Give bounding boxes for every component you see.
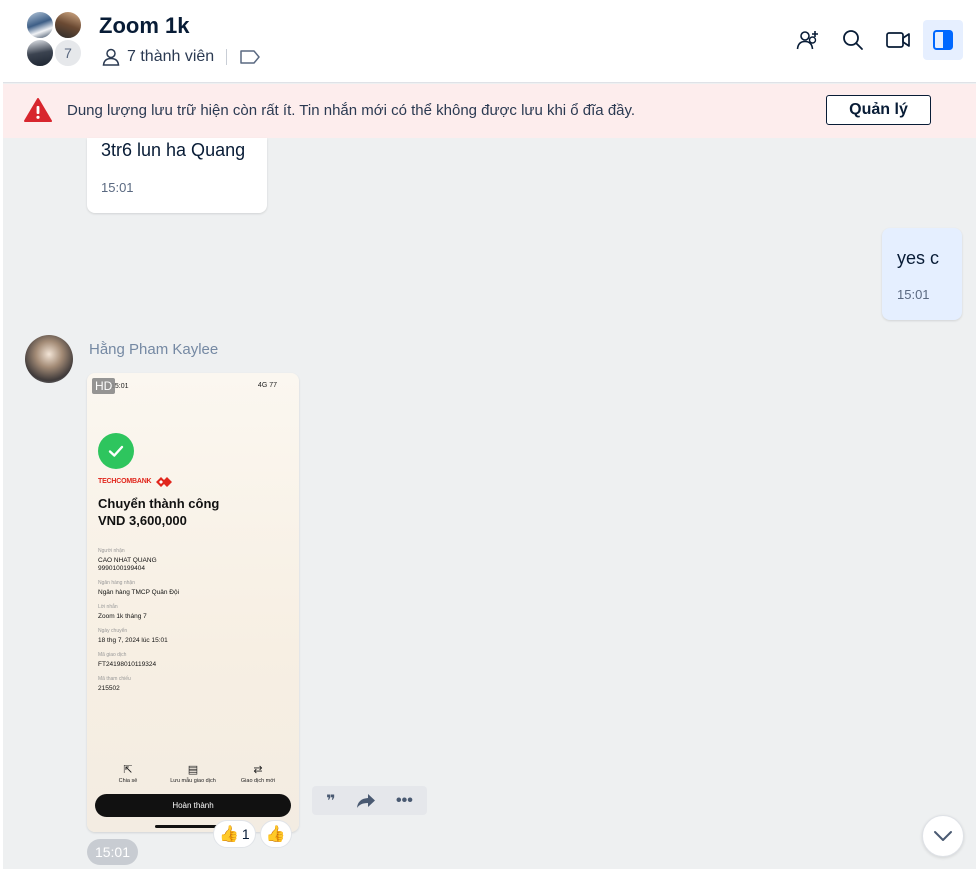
- members-link[interactable]: 7 thành viên: [127, 48, 214, 66]
- message-text: 3tr6 lun ha Quang: [101, 140, 246, 160]
- avatar[interactable]: [25, 335, 73, 383]
- field-label: Ngày chuyển: [98, 628, 128, 634]
- chat-header: 7 Zoom 1k 7 thành viên: [3, 0, 976, 83]
- field-value: 215502: [98, 685, 120, 692]
- receipt-done-button: Hoàn thành: [95, 794, 291, 817]
- chat-subtitle: 7 thành viên: [101, 47, 261, 67]
- hd-badge: HD: [92, 378, 116, 394]
- field-label: Mã giao dịch: [98, 652, 127, 658]
- chat-title[interactable]: Zoom 1k: [99, 13, 189, 39]
- message-time: 15:01: [87, 839, 138, 865]
- sidebar-toggle-icon: [933, 30, 953, 50]
- scroll-to-bottom-button[interactable]: [922, 815, 964, 857]
- search-button[interactable]: [833, 20, 873, 60]
- field-label: Mã tham chiếu: [98, 676, 131, 682]
- video-call-button[interactable]: [878, 20, 918, 60]
- avatar: [53, 10, 83, 40]
- receipt-action-save: ▤ Lưu mẫu giao dịch: [163, 763, 223, 784]
- field-value: Zoom 1k tháng 7: [98, 613, 147, 620]
- field-label: Ngân hàng nhận: [98, 580, 135, 586]
- reaction-count: 1: [241, 826, 250, 842]
- field-label: Lời nhắn: [98, 604, 118, 610]
- forward-icon[interactable]: [356, 792, 376, 810]
- add-reaction-button[interactable]: 👍: [259, 820, 292, 848]
- image-attachment[interactable]: 15:01 4G 77 HD TECHCOMBANK Chuyển thành …: [87, 373, 299, 832]
- add-member-button[interactable]: [788, 20, 828, 60]
- bank-logo-icon: [156, 477, 172, 487]
- field-value: Ngân hàng TMCP Quân Đội: [98, 589, 180, 596]
- add-member-icon: [796, 31, 818, 50]
- chevron-down-icon: [934, 831, 952, 841]
- member-overflow-count: 7: [53, 38, 83, 68]
- sender-name: Hằng Pham Kaylee: [89, 341, 219, 358]
- message-time: 15:01: [897, 287, 930, 302]
- tag-icon[interactable]: [239, 49, 261, 65]
- warning-text: Dung lượng lưu trữ hiện còn rất ít. Tin …: [67, 102, 636, 119]
- video-call-icon: [886, 32, 910, 48]
- success-check-icon: [98, 433, 134, 469]
- warning-icon: [24, 98, 52, 122]
- document-icon: ▤: [187, 764, 199, 776]
- thumbs-up-icon: 👍: [219, 826, 239, 843]
- receipt-action-share: ⇱ Chia sẻ: [98, 763, 158, 784]
- reaction-like[interactable]: 👍 1: [213, 820, 256, 848]
- sidebar-toggle-button[interactable]: [923, 20, 963, 60]
- manage-storage-button[interactable]: Quản lý: [826, 95, 931, 125]
- quote-icon[interactable]: ❞: [326, 791, 335, 811]
- field-value: CAO NHAT QUANG: [98, 557, 157, 564]
- message-text: yes c: [897, 248, 940, 268]
- user-icon: [102, 48, 120, 66]
- message-bubble-sent[interactable]: yes c 15:01: [882, 228, 962, 320]
- avatar: [25, 38, 55, 68]
- storage-warning-banner: Dung lượng lưu trữ hiện còn rất ít. Tin …: [3, 84, 976, 138]
- bank-name: TECHCOMBANK: [98, 478, 152, 485]
- phone-status-right: 4G 77: [257, 382, 277, 389]
- message-actions-bar: ❞ •••: [312, 786, 427, 815]
- reactions: 👍 1 👍: [213, 820, 292, 848]
- share-icon: ⇱: [123, 764, 133, 776]
- receipt-amount: VND 3,600,000: [98, 513, 187, 528]
- more-icon[interactable]: •••: [396, 792, 413, 810]
- thumbs-up-icon: 👍: [265, 826, 286, 843]
- avatar: [25, 10, 55, 40]
- search-icon: [843, 30, 863, 50]
- field-label: Người nhận: [98, 548, 125, 554]
- message-bubble[interactable]: 3tr6 lun ha Quang 15:01: [87, 138, 267, 213]
- divider: [226, 49, 228, 65]
- receipt-action-new: ⇄ Giao dịch mới: [228, 763, 288, 784]
- message-time: 15:01: [101, 180, 134, 195]
- group-avatar[interactable]: 7: [25, 10, 89, 70]
- receipt-title: Chuyển thành công: [98, 496, 220, 511]
- field-value: 9990100199404: [98, 565, 145, 572]
- swap-icon: ⇄: [253, 764, 263, 776]
- field-value: FT24198010119324: [98, 661, 157, 668]
- field-value: 18 thg 7, 2024 lúc 15:01: [98, 637, 168, 644]
